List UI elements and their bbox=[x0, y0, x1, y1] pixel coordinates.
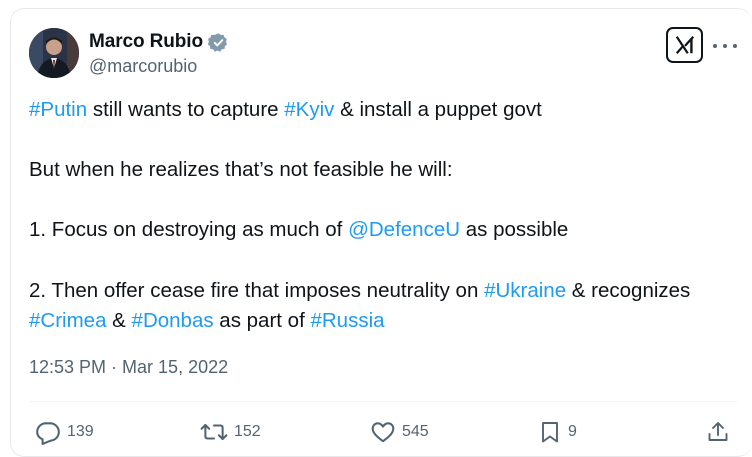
reply-icon bbox=[36, 422, 60, 445]
tweet-text: & recognizes bbox=[566, 279, 691, 302]
tweet-text: as part of bbox=[213, 309, 311, 332]
mention-link[interactable]: @DefenceU bbox=[348, 218, 460, 241]
hashtag-link[interactable]: #Ukraine bbox=[484, 279, 566, 302]
reply-count: 139 bbox=[67, 423, 94, 440]
tweet-line-2: But when he realizes that’s not feasible… bbox=[29, 155, 752, 185]
hashtag-link[interactable]: #Russia bbox=[310, 309, 384, 332]
more-dot bbox=[733, 44, 737, 48]
verified-badge-icon bbox=[207, 32, 229, 53]
divider bbox=[29, 401, 737, 402]
tweet-line-4: 2. Then offer cease fire that imposes ne… bbox=[29, 276, 752, 306]
tweet-text: 2. Then offer cease fire that imposes ne… bbox=[29, 279, 485, 302]
bookmark-button[interactable]: 9 bbox=[538, 412, 577, 452]
tweet-line-5: #Crimea & #Donbas as part of #Russia bbox=[29, 306, 752, 336]
action-bar: 139 152 545 9 bbox=[0, 412, 752, 452]
tweet-line-3: 1. Focus on destroying as much of @Defen… bbox=[29, 215, 752, 245]
more-icon[interactable] bbox=[713, 36, 737, 56]
timestamp[interactable]: 12:53 PM · Mar 15, 2022 bbox=[29, 357, 228, 378]
repost-icon bbox=[200, 423, 228, 441]
bookmark-count: 9 bbox=[568, 423, 577, 440]
hashtag-link[interactable]: #Kyiv bbox=[284, 98, 334, 121]
author-name-row: Marco Rubio bbox=[89, 31, 229, 53]
hashtag-link[interactable]: #Crimea bbox=[29, 309, 106, 332]
tweet-text: 1. Focus on destroying as much of bbox=[29, 218, 349, 241]
bookmark-icon bbox=[542, 422, 558, 443]
more-dot bbox=[713, 44, 717, 48]
author-handle[interactable]: @marcorubio bbox=[89, 56, 197, 77]
repost-button[interactable]: 152 bbox=[200, 412, 261, 452]
profile-photo-icon bbox=[29, 28, 79, 78]
more-dot bbox=[723, 44, 727, 48]
share-icon bbox=[708, 422, 728, 441]
tweet-text: still wants to capture bbox=[87, 98, 285, 121]
tweet-text: & bbox=[106, 309, 132, 332]
tweet-text: as possible bbox=[460, 218, 569, 241]
tweet-header: Marco Rubio @marcorubio bbox=[0, 0, 752, 90]
tweet-line-1: #Putin still wants to capture #Kyiv & in… bbox=[29, 95, 752, 125]
avatar[interactable] bbox=[29, 28, 79, 78]
x-logo-icon[interactable] bbox=[666, 27, 703, 63]
repost-count: 152 bbox=[234, 423, 261, 440]
like-count: 545 bbox=[402, 423, 429, 440]
tweet-text: But when he realizes that’s not feasible… bbox=[29, 158, 453, 181]
heart-icon bbox=[371, 422, 395, 443]
hashtag-link[interactable]: #Putin bbox=[29, 98, 87, 121]
share-button[interactable] bbox=[706, 412, 730, 452]
reply-button[interactable]: 139 bbox=[35, 412, 94, 452]
author-name[interactable]: Marco Rubio bbox=[89, 31, 203, 53]
hashtag-link[interactable]: #Donbas bbox=[132, 309, 214, 332]
like-button[interactable]: 545 bbox=[370, 412, 429, 452]
tweet-text: & install a puppet govt bbox=[334, 98, 542, 121]
